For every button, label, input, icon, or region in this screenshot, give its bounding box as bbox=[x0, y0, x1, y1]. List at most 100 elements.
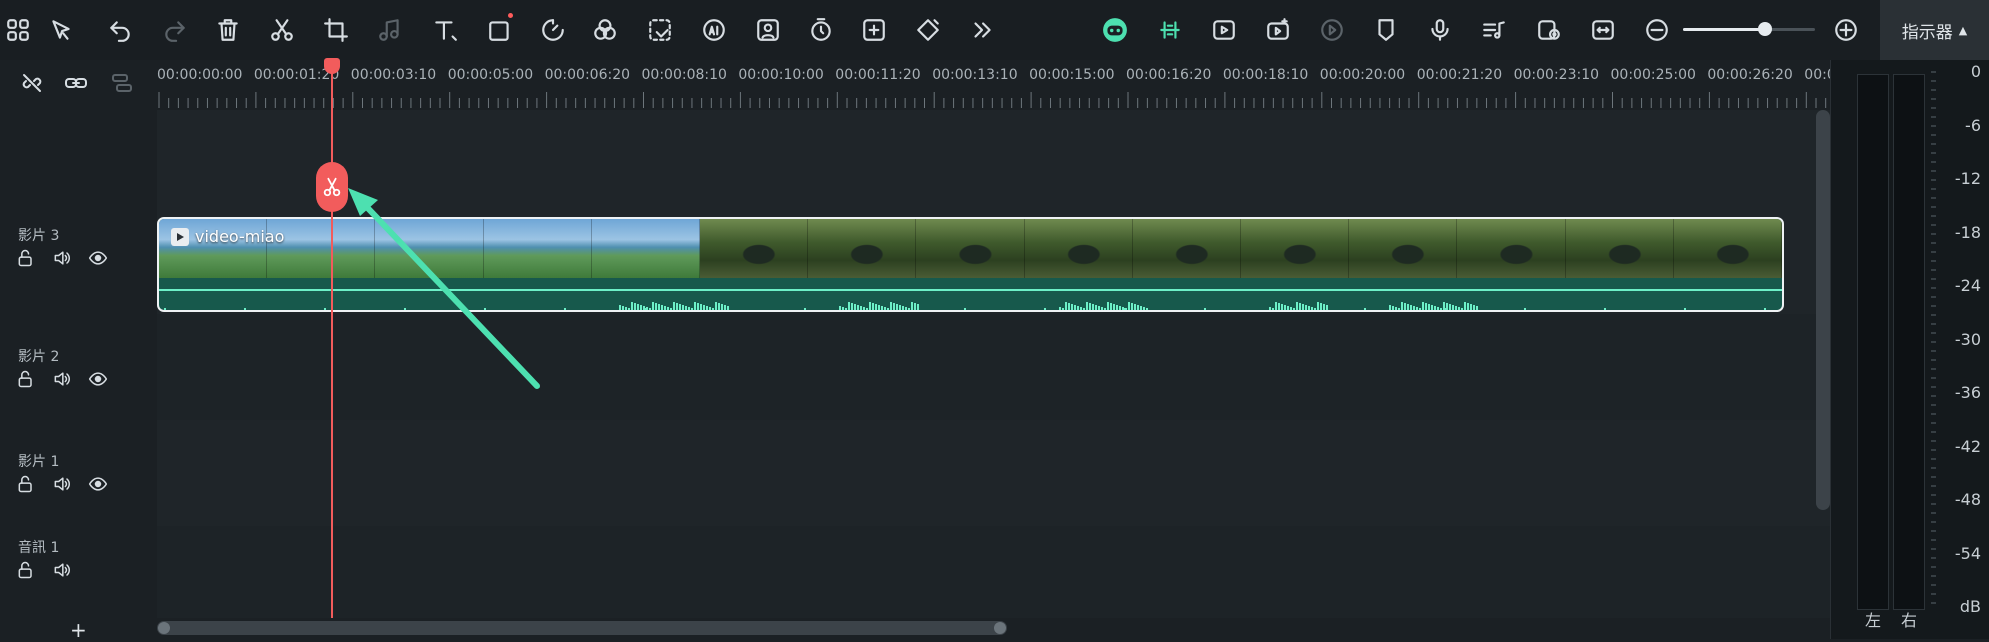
db-label: -54 bbox=[1954, 543, 1981, 563]
track-headers: 影片 3 影片 2 影片 1 音訊 1 bbox=[0, 110, 157, 618]
portrait-icon[interactable] bbox=[748, 10, 788, 50]
split-scissors-icon[interactable] bbox=[262, 10, 302, 50]
keyframe-icon[interactable] bbox=[908, 10, 948, 50]
audio-meter-panel: 0 -6 -12 -18 -24 -30 -36 -42 -48 -54 dB 左 右 bbox=[1830, 60, 1989, 639]
speed-icon[interactable] bbox=[533, 10, 573, 50]
lane-video-1[interactable] bbox=[157, 420, 1830, 526]
auto-highlight-icon[interactable] bbox=[1150, 10, 1190, 50]
audio-edit-icon[interactable] bbox=[370, 10, 410, 50]
add-track-button[interactable]: + bbox=[70, 618, 87, 642]
track-tools bbox=[0, 60, 157, 111]
text-icon[interactable] bbox=[425, 10, 465, 50]
ruler-label: 00:00:10:00 bbox=[738, 67, 824, 83]
lock-icon[interactable] bbox=[14, 247, 38, 269]
clip-thumbnail bbox=[1024, 219, 1133, 278]
playhead-line[interactable] bbox=[331, 60, 333, 639]
db-label: -6 bbox=[1965, 115, 1981, 135]
zoom-in-icon[interactable] bbox=[1826, 10, 1866, 50]
lock-icon[interactable] bbox=[14, 368, 38, 390]
eye-icon[interactable] bbox=[86, 473, 110, 495]
ai-video-icon[interactable] bbox=[1258, 10, 1298, 50]
clip-title: video-miao bbox=[171, 227, 284, 246]
lane-video-2[interactable] bbox=[157, 314, 1830, 420]
ruler-label: 00:00:05:00 bbox=[447, 67, 534, 83]
unlink-icon[interactable] bbox=[14, 65, 50, 101]
ruler-label: 00:00:21:20 bbox=[1416, 67, 1503, 83]
scroll-handle-right[interactable] bbox=[994, 622, 1006, 634]
select-tool-icon[interactable] bbox=[41, 10, 81, 50]
eye-icon[interactable] bbox=[86, 368, 110, 390]
lock-icon[interactable] bbox=[14, 473, 38, 495]
ruler-label: 00:00:00:00 bbox=[157, 67, 243, 83]
fit-timeline-icon[interactable] bbox=[1583, 10, 1623, 50]
playhead-handle[interactable] bbox=[324, 58, 340, 74]
ruler-label: 00:00:15:00 bbox=[1029, 67, 1115, 83]
db-label: -30 bbox=[1954, 329, 1981, 349]
ruler-label: 00:00:18:10 bbox=[1222, 67, 1309, 83]
split-button[interactable] bbox=[316, 162, 348, 212]
volume-icon[interactable] bbox=[50, 368, 74, 390]
volume-icon[interactable] bbox=[50, 247, 74, 269]
clip-thumbnail bbox=[375, 219, 484, 278]
horizontal-scrollbar[interactable] bbox=[157, 621, 1007, 635]
clip-thumbnail bbox=[591, 219, 701, 278]
eye-icon[interactable] bbox=[86, 247, 110, 269]
clip-thumbnail bbox=[916, 219, 1025, 278]
ruler-label: 00:00:26:20 bbox=[1707, 67, 1793, 83]
meter-tab-label: 指示器 bbox=[1901, 22, 1953, 43]
scissors-icon bbox=[323, 177, 341, 197]
preview-mode-icon[interactable] bbox=[1529, 10, 1569, 50]
zoom-slider[interactable] bbox=[1683, 22, 1815, 36]
ai-icon[interactable] bbox=[694, 10, 734, 50]
timeline-area[interactable] bbox=[157, 110, 1830, 618]
more-icon[interactable] bbox=[962, 10, 1002, 50]
lane-audio-1[interactable] bbox=[157, 526, 1830, 618]
microphone-icon[interactable] bbox=[1420, 10, 1460, 50]
zoom-slider-knob[interactable] bbox=[1757, 22, 1772, 36]
render-preview-icon[interactable] bbox=[1312, 10, 1352, 50]
smart-clip-icon[interactable] bbox=[1204, 10, 1244, 50]
db-label: -42 bbox=[1954, 436, 1981, 456]
marker-icon[interactable] bbox=[1366, 10, 1406, 50]
db-label: -18 bbox=[1954, 222, 1981, 242]
left-channel-label: 左 bbox=[1865, 611, 1882, 630]
video-clip[interactable]: video-miao bbox=[157, 217, 1784, 312]
timer-icon[interactable] bbox=[801, 10, 841, 50]
volume-icon[interactable] bbox=[50, 559, 74, 581]
mask-icon[interactable] bbox=[640, 10, 680, 50]
ruler-label: 00:00:06:20 bbox=[544, 67, 631, 83]
meter-tab[interactable]: 指示器 ▲ bbox=[1880, 0, 1989, 60]
clip-thumbnail bbox=[1132, 219, 1242, 278]
clip-thumbnail bbox=[483, 219, 592, 278]
timeline-ruler[interactable]: 00:00:00:00 00:00:01:20 00:00:03:10 00:00:0… bbox=[157, 60, 1830, 111]
ruler-label: 00:00:16:20 bbox=[1126, 67, 1212, 83]
ruler-label: 00:00:23:10 bbox=[1513, 67, 1600, 83]
redo-icon[interactable] bbox=[155, 10, 195, 50]
freeze-frame-icon[interactable] bbox=[854, 10, 894, 50]
clip-thumbnails bbox=[159, 219, 1782, 278]
track-name: 音訊 1 bbox=[18, 540, 60, 556]
scroll-handle-left[interactable] bbox=[158, 622, 170, 634]
vertical-scrollbar[interactable] bbox=[1816, 110, 1830, 510]
color-icon[interactable] bbox=[585, 10, 625, 50]
track-name: 影片 1 bbox=[18, 454, 60, 470]
ruler-label: 00:00:11:20 bbox=[835, 67, 921, 83]
track-manager-icon[interactable] bbox=[104, 65, 140, 101]
shape-icon[interactable] bbox=[480, 10, 520, 50]
crop-icon[interactable] bbox=[316, 10, 356, 50]
ai-mascot-icon[interactable] bbox=[1095, 10, 1135, 50]
zoom-slider-fill bbox=[1683, 28, 1765, 31]
audio-mix-icon[interactable] bbox=[1474, 10, 1514, 50]
db-label: -36 bbox=[1954, 383, 1981, 402]
delete-icon[interactable] bbox=[208, 10, 248, 50]
db-label: 0 bbox=[1970, 62, 1981, 81]
volume-icon[interactable] bbox=[50, 473, 74, 495]
undo-icon[interactable] bbox=[100, 10, 140, 50]
audio-volume-line[interactable] bbox=[159, 289, 1782, 291]
zoom-out-icon[interactable] bbox=[1637, 10, 1677, 50]
lock-icon[interactable] bbox=[14, 559, 38, 581]
ruler-label: 00:00:13:10 bbox=[932, 67, 1018, 83]
link-icon[interactable] bbox=[58, 65, 94, 101]
video-clip-icon bbox=[171, 227, 189, 246]
dashboard-icon[interactable] bbox=[0, 10, 38, 50]
